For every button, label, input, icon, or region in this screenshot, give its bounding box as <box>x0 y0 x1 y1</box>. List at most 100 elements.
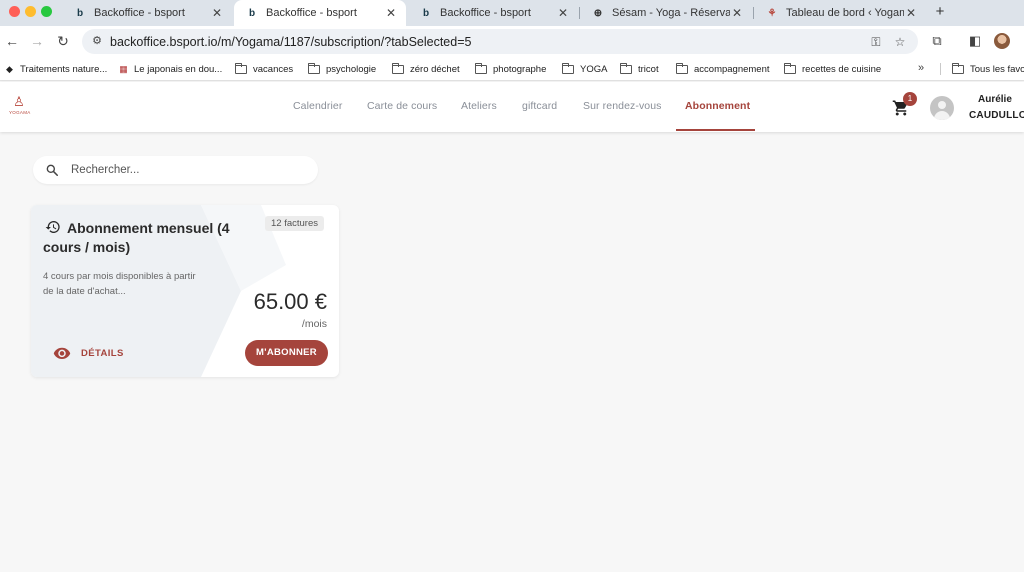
close-tab-icon[interactable]: ✕ <box>210 6 224 20</box>
back-arrow-icon[interactable]: ← <box>2 31 22 51</box>
close-tab-icon[interactable]: ✕ <box>904 6 918 20</box>
nav-abonnement[interactable]: Abonnement <box>685 100 750 112</box>
bookmark-label: vacances <box>253 63 294 75</box>
folder-icon <box>235 62 247 74</box>
nav-carte-de-cours[interactable]: Carte de cours <box>367 100 437 112</box>
yoga-icon: ♙ <box>13 94 25 109</box>
bookmark-label: Le japonais en dou... <box>134 63 223 75</box>
bookmark-folder[interactable]: tricot <box>620 62 659 76</box>
bookmark-folder[interactable]: YOGA <box>562 62 607 76</box>
bookmark-label: zéro déchet <box>410 63 460 75</box>
folder-icon <box>475 62 487 74</box>
subscribe-button[interactable]: M'ABONNER <box>245 340 328 366</box>
minimize-window-button[interactable] <box>25 6 36 17</box>
key-icon[interactable]: ⚿ <box>868 34 884 50</box>
globe-icon: ⊕ <box>593 7 603 19</box>
browser-tab-strip: b Backoffice - bsport ✕ b Backoffice - b… <box>0 0 1024 26</box>
bsport-icon: b <box>248 7 256 19</box>
nav-calendrier[interactable]: Calendrier <box>293 100 342 112</box>
folder-icon <box>952 62 964 74</box>
nav-ateliers[interactable]: Ateliers <box>461 100 497 112</box>
side-panel-icon[interactable]: ◧ <box>966 32 984 50</box>
bookmark-folder[interactable]: Tous les favoris <box>952 62 1024 76</box>
bsport-icon: b <box>76 7 84 19</box>
bookmark-folder[interactable]: vacances <box>235 62 293 76</box>
browser-tab-active[interactable]: b Backoffice - bsport ✕ <box>234 0 406 26</box>
browser-tab[interactable]: ⊕ Sésam - Yoga - Réservation e ✕ <box>580 0 752 26</box>
address-bar[interactable]: ⚙ backoffice.bsport.io/m/Yogama/1187/sub… <box>82 29 918 54</box>
star-icon[interactable]: ☆ <box>892 34 908 50</box>
folder-icon <box>620 62 632 74</box>
forward-arrow-icon[interactable]: → <box>27 31 47 51</box>
bookmark-label: recettes de cuisine <box>802 63 882 75</box>
bookmark-separator <box>940 63 941 75</box>
new-tab-icon[interactable]: + <box>930 2 950 22</box>
search-box <box>33 156 318 184</box>
browser-toolbar: ← → ↻ ⚙ backoffice.bsport.io/m/Yogama/11… <box>0 26 1024 57</box>
tab-title: Backoffice - bsport <box>440 7 531 19</box>
folder-icon <box>562 62 574 74</box>
reload-icon[interactable]: ↻ <box>53 31 73 51</box>
site-icon: ◆ <box>6 63 13 74</box>
active-tab-indicator <box>676 129 755 131</box>
bookmark-folder[interactable]: psychologie <box>308 62 376 76</box>
bookmark-label: YOGA <box>580 63 608 75</box>
subscription-title: Abonnement mensuel (4 cours / mois) <box>43 220 230 255</box>
nav-giftcard[interactable]: giftcard <box>522 100 557 112</box>
close-window-button[interactable] <box>9 6 20 17</box>
logo-text: YOGAMA <box>9 110 31 115</box>
yoga-icon: ⚘ <box>767 7 777 19</box>
subscription-price: 65.00 € <box>253 289 327 314</box>
bookmark-item[interactable]: ◆ Traitements nature... <box>4 62 107 76</box>
close-tab-icon[interactable]: ✕ <box>384 6 398 20</box>
bookmarks-bar: ◆ Traitements nature... ▦ Le japonais en… <box>0 57 1024 81</box>
subscription-period: /mois <box>301 318 327 330</box>
tab-title: Sésam - Yoga - Réservation e <box>612 7 730 19</box>
bookmark-folder[interactable]: recettes de cuisine <box>784 62 881 76</box>
close-tab-icon[interactable]: ✕ <box>730 6 744 20</box>
app-header: ♙ YOGAMA Calendrier Carte de cours Ateli… <box>0 82 1024 132</box>
tab-title: Tableau de bord ‹ Yogama — <box>786 7 904 19</box>
search-icon <box>46 164 59 177</box>
bookmark-label: photographe <box>493 63 547 75</box>
user-avatar[interactable] <box>930 96 954 120</box>
profile-avatar[interactable] <box>994 33 1010 49</box>
bookmark-label: accompagnement <box>694 63 770 75</box>
site-settings-icon[interactable]: ⚙ <box>90 34 104 48</box>
cart-count-badge: 1 <box>903 92 917 106</box>
folder-icon <box>784 62 796 74</box>
folder-icon <box>676 62 688 74</box>
invoice-count-badge: 12 factures <box>265 216 324 231</box>
bsport-icon: b <box>422 7 430 19</box>
details-button[interactable]: DÉTAILS <box>53 344 124 362</box>
user-first-name[interactable]: Aurélie <box>978 94 1012 105</box>
bookmark-label: tricot <box>638 63 659 75</box>
folder-icon <box>392 62 404 74</box>
browser-tab[interactable]: b Backoffice - bsport ✕ <box>408 0 578 26</box>
tab-title: Backoffice - bsport <box>94 7 185 19</box>
folder-icon <box>308 62 320 74</box>
more-bookmarks-icon[interactable]: » <box>918 62 924 74</box>
bookmark-folder[interactable]: photographe <box>475 62 546 76</box>
subscription-description: 4 cours par mois disponibles à partir de… <box>43 271 196 297</box>
extensions-icon[interactable]: ⧉ <box>928 32 946 50</box>
bookmark-folder[interactable]: zéro déchet <box>392 62 460 76</box>
search-input[interactable] <box>71 160 309 180</box>
bookmark-label: psychologie <box>326 63 377 75</box>
nav-sur-rendez-vous[interactable]: Sur rendez-vous <box>583 100 662 112</box>
bookmark-folder[interactable]: accompagnement <box>676 62 770 76</box>
bookmark-item[interactable]: ▦ Le japonais en dou... <box>118 62 222 76</box>
tab-title: Backoffice - bsport <box>266 7 357 19</box>
url-text: backoffice.bsport.io/m/Yogama/1187/subsc… <box>110 35 472 49</box>
maximize-window-button[interactable] <box>41 6 52 17</box>
bookmark-label: Traitements nature... <box>20 63 108 75</box>
close-tab-icon[interactable]: ✕ <box>556 6 570 20</box>
subscription-card: Abonnement mensuel (4 cours / mois) 12 f… <box>31 205 339 377</box>
yogama-logo[interactable]: ♙ YOGAMA <box>9 94 31 119</box>
user-last-name[interactable]: CAUDULLO <box>969 110 1024 121</box>
bookmark-label: Tous les favoris <box>970 63 1024 75</box>
site-icon: ▦ <box>119 63 128 74</box>
browser-tab[interactable]: b Backoffice - bsport ✕ <box>62 0 232 26</box>
browser-tab[interactable]: ⚘ Tableau de bord ‹ Yogama — ✕ <box>754 0 926 26</box>
details-label: DÉTAILS <box>81 347 124 359</box>
